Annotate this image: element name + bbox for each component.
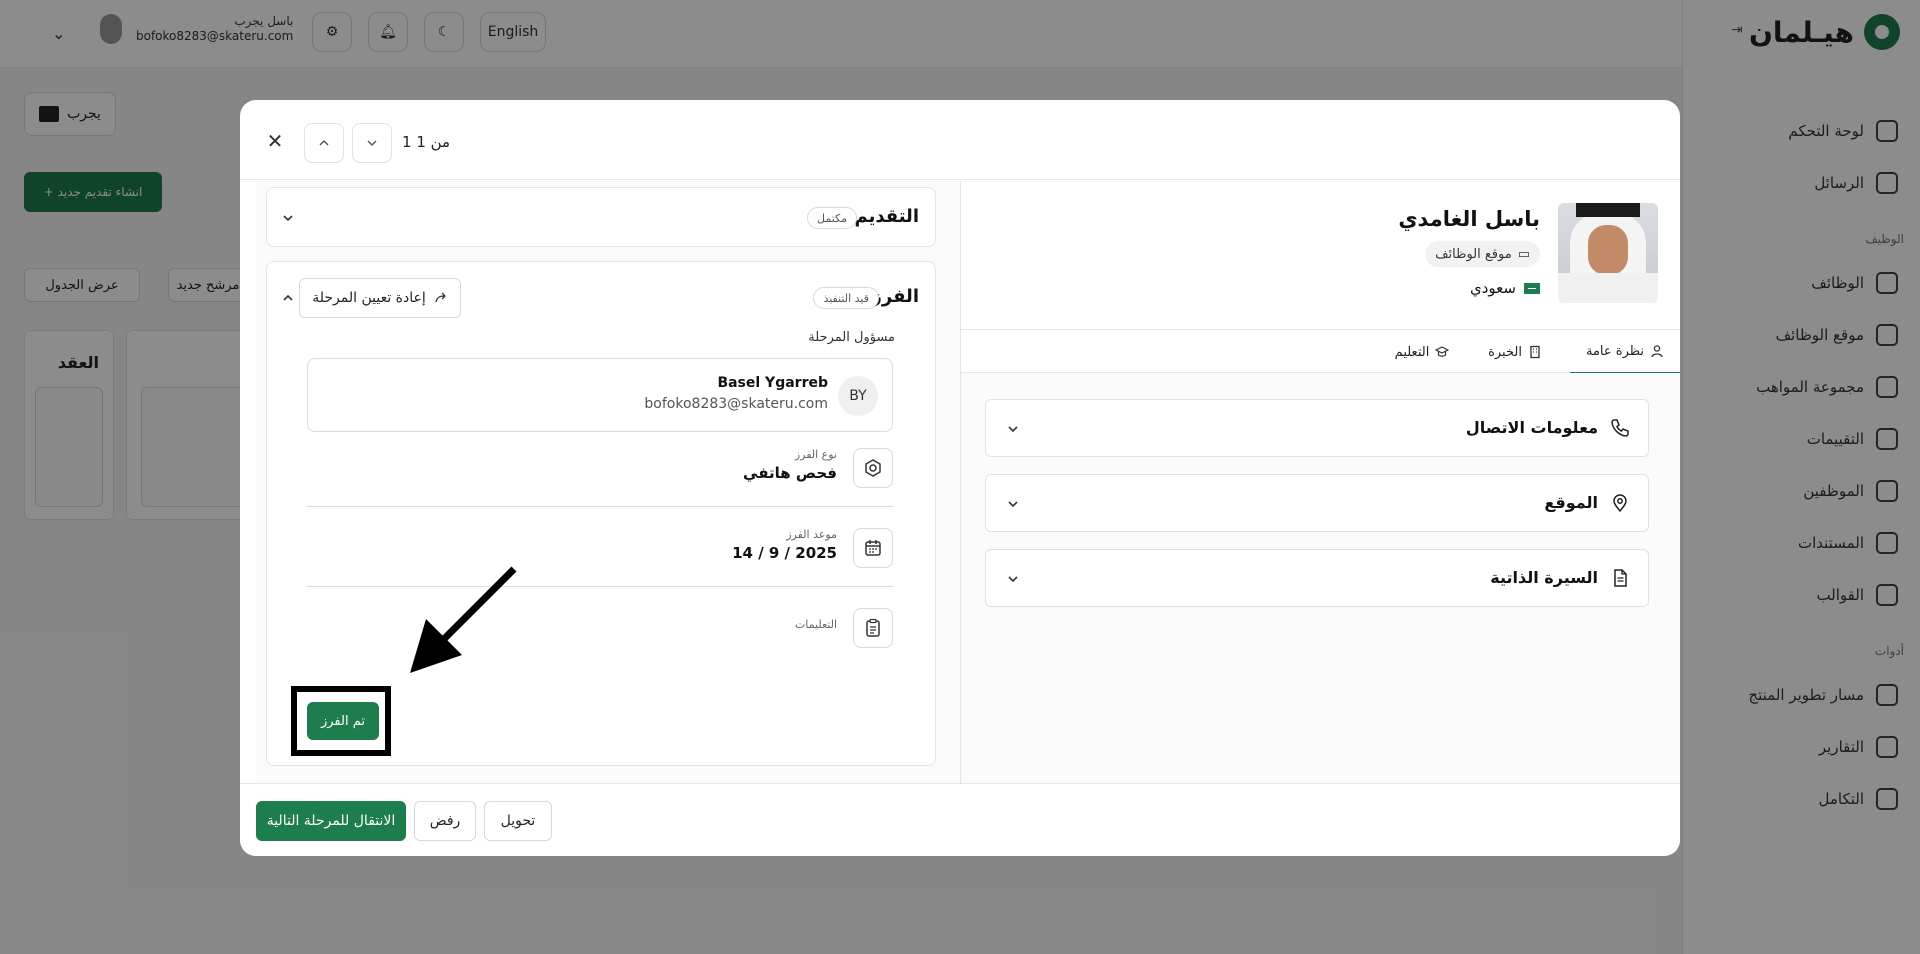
- candidate-photo: [1558, 203, 1658, 303]
- modal-footer: الانتقال للمرحلة التالية رفض تحويل: [240, 783, 1680, 856]
- calendar-icon: [853, 528, 893, 568]
- transfer-button[interactable]: تحويل: [484, 801, 552, 841]
- screening-date-label: موعد الفرز: [786, 528, 837, 541]
- stage-owner-label: مسؤول المرحلة: [808, 330, 895, 345]
- next-stage-button[interactable]: الانتقال للمرحلة التالية: [256, 801, 406, 841]
- section-title: السيرة الذاتية: [1490, 568, 1598, 587]
- screening-date-value: 14 / 9 / 2025: [732, 544, 837, 562]
- chevron-down-icon: [1008, 576, 1018, 583]
- modal-header: ✕ 1 من 1: [240, 100, 1680, 180]
- chevron-down-icon[interactable]: [281, 211, 295, 225]
- status-badge: مكتمل: [807, 207, 857, 229]
- source-badge: ▭ موقع الوظائف: [1425, 241, 1540, 267]
- document-icon: [1614, 569, 1627, 587]
- phone-icon: [1611, 419, 1629, 437]
- section-title: الموقع: [1544, 493, 1598, 512]
- chevron-down-icon: [367, 140, 377, 146]
- overview-content: معلومات الاتصال الموقع السيرة الذاتية: [961, 373, 1680, 783]
- share-arrow-icon: [435, 292, 446, 303]
- user-icon: [1651, 345, 1663, 358]
- divider: [307, 506, 893, 507]
- screening-type-value: فحص هاتفي: [743, 464, 837, 482]
- settings-hex-icon: [853, 448, 893, 488]
- laptop-icon: ▭: [1517, 246, 1530, 262]
- close-icon[interactable]: ✕: [264, 130, 286, 152]
- stage-owner-card[interactable]: BY Basel Ygarreb bofoko8283@skateru.com: [307, 358, 893, 432]
- screening-type-row: نوع الفرز فحص هاتفي: [307, 448, 893, 488]
- resume-section[interactable]: السيرة الذاتية: [985, 549, 1649, 607]
- candidate-name: باسل الغامدي: [1398, 207, 1540, 231]
- divider: [307, 586, 893, 587]
- graduation-cap-icon: [1435, 346, 1450, 357]
- owner-email: bofoko8283@skateru.com: [644, 396, 828, 412]
- status-badge: قيد التنفيذ: [813, 287, 879, 309]
- avatar: BY: [838, 376, 878, 416]
- candidate-counter: 1 من 1: [402, 133, 451, 151]
- next-candidate-button[interactable]: [352, 123, 392, 163]
- nationality: سعودي: [1470, 279, 1540, 297]
- stage-title: التقديم: [854, 206, 919, 227]
- profile-tabs: نظرة عامة الخبرة التعليم: [961, 329, 1680, 374]
- chevron-up-icon[interactable]: [281, 291, 295, 305]
- section-title: معلومات الاتصال: [1465, 418, 1598, 437]
- saudi-flag-icon: [1524, 282, 1540, 294]
- clipboard-icon: [853, 608, 893, 648]
- pointer-arrow-icon: [410, 566, 517, 673]
- screening-date-row: موعد الفرز 14 / 9 / 2025: [307, 528, 893, 568]
- stage-screening: الفرز قيد التنفيذ إعادة تعيين المرحلة مس…: [266, 261, 936, 766]
- stage-application[interactable]: التقديم مكتمل: [266, 187, 936, 247]
- building-icon: [1530, 345, 1540, 359]
- map-pin-icon: [1613, 494, 1627, 513]
- chevron-down-icon: [1008, 426, 1018, 433]
- stages-panel: التقديم مكتمل الفرز قيد التنفيذ إعادة تع…: [256, 181, 960, 783]
- owner-name: Basel Ygarreb: [717, 375, 828, 391]
- tab-experience[interactable]: الخبرة: [1480, 330, 1550, 374]
- reject-button[interactable]: رفض: [414, 801, 476, 841]
- candidate-modal: ✕ 1 من 1 التقديم مكتمل الفرز قيد التنفيذ…: [240, 100, 1680, 856]
- chevron-down-icon: [1008, 501, 1018, 508]
- chevron-up-icon: [319, 140, 329, 146]
- highlight-box: تم الفرز: [291, 686, 391, 756]
- candidate-profile-panel: باسل الغامدي ▭ موقع الوظائف سعودي نظرة ع…: [960, 181, 1680, 783]
- screening-done-button[interactable]: تم الفرز: [307, 702, 379, 740]
- instructions-row: التعليمات: [307, 608, 893, 648]
- screening-type-label: نوع الفرز: [794, 448, 837, 461]
- previous-candidate-button[interactable]: [304, 123, 344, 163]
- contact-info-section[interactable]: معلومات الاتصال: [985, 399, 1649, 457]
- tab-overview[interactable]: نظرة عامة: [1570, 330, 1680, 374]
- instructions-label: التعليمات: [794, 618, 837, 631]
- location-section[interactable]: الموقع: [985, 474, 1649, 532]
- tab-education[interactable]: التعليم: [1382, 330, 1462, 374]
- reassign-stage-button[interactable]: إعادة تعيين المرحلة: [299, 278, 461, 318]
